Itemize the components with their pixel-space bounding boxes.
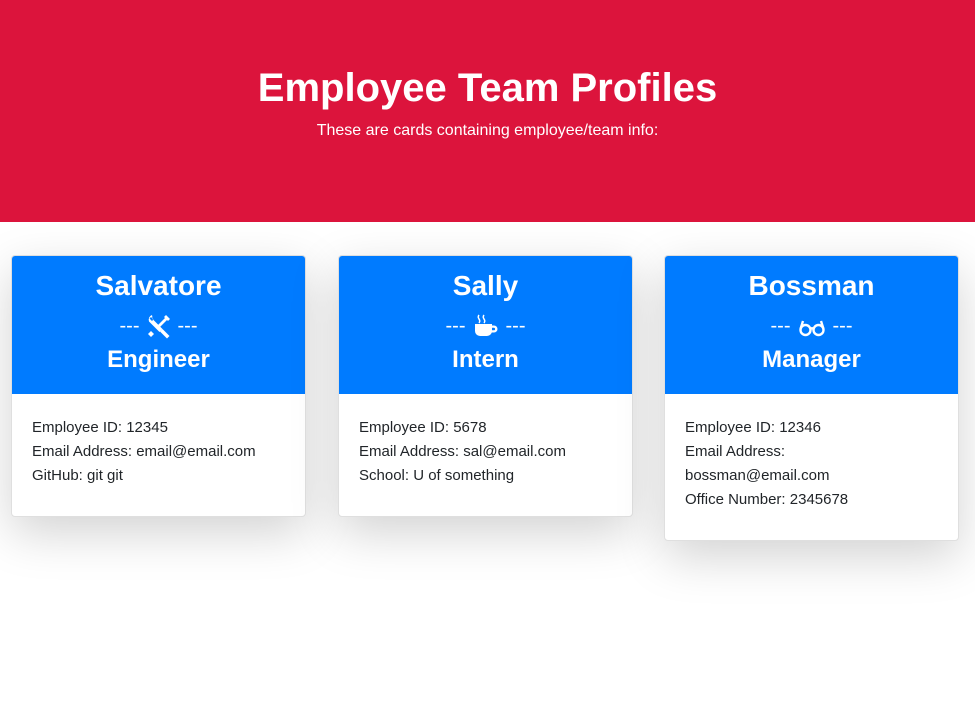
employee-id: Employee ID: 12345: [32, 419, 168, 436]
hero-banner: Employee Team Profiles These are cards c…: [0, 0, 975, 222]
card-header: Salvatore --- --- Engineer: [12, 256, 305, 394]
employee-office-number: Office Number: 2345678: [685, 491, 849, 508]
page-subtitle: These are cards containing employee/team…: [316, 122, 659, 139]
separator-dashes-left: ---: [445, 315, 466, 337]
card-body: Employee ID: 12345 Email Address: email@…: [12, 394, 305, 516]
card-header: Sally --- --- Intern: [339, 256, 632, 394]
employee-role: Intern: [452, 346, 519, 373]
separator-dashes-right: ---: [832, 315, 853, 337]
employee-card-intern: Sally --- --- Intern Employee ID: 5678 E…: [338, 255, 633, 517]
employee-id: Employee ID: 12346: [685, 419, 821, 436]
coffee-cup-icon: [472, 313, 500, 339]
page-title: Employee Team Profiles: [257, 66, 718, 110]
glasses-icon: [797, 313, 827, 339]
employee-role: Manager: [762, 346, 861, 373]
employee-name: Bossman: [748, 270, 875, 301]
tools-icon: [146, 313, 172, 339]
role-separator: --- ---: [665, 310, 958, 342]
employee-card-manager: Bossman --- --- Manager Employee ID: 123…: [664, 255, 959, 541]
role-separator: --- ---: [12, 310, 305, 342]
employee-email: Email Address: sal@email.com: [359, 443, 566, 460]
employee-name: Salvatore: [95, 270, 222, 301]
employee-email-label: Email Address:: [685, 443, 786, 460]
card-body: Employee ID: 12346 Email Address: bossma…: [665, 394, 958, 540]
separator-dashes-left: ---: [770, 315, 791, 337]
role-separator: --- ---: [339, 310, 632, 342]
employee-email: bossman@email.com: [685, 467, 830, 484]
separator-dashes-right: ---: [177, 315, 198, 337]
separator-dashes-right: ---: [505, 315, 526, 337]
employee-card-engineer: Salvatore --- --- Engineer Employee ID: …: [11, 255, 306, 517]
card-body: Employee ID: 5678 Email Address: sal@ema…: [339, 394, 632, 516]
employee-email: Email Address: email@email.com: [32, 443, 256, 460]
employee-id: Employee ID: 5678: [359, 419, 487, 436]
employee-name: Sally: [452, 270, 519, 301]
employee-school: School: U of something: [359, 467, 515, 484]
employee-github: GitHub: git git: [32, 467, 123, 484]
separator-dashes-left: ---: [119, 315, 140, 337]
card-header: Bossman --- --- Manager: [665, 256, 958, 394]
employee-role: Engineer: [107, 346, 210, 373]
